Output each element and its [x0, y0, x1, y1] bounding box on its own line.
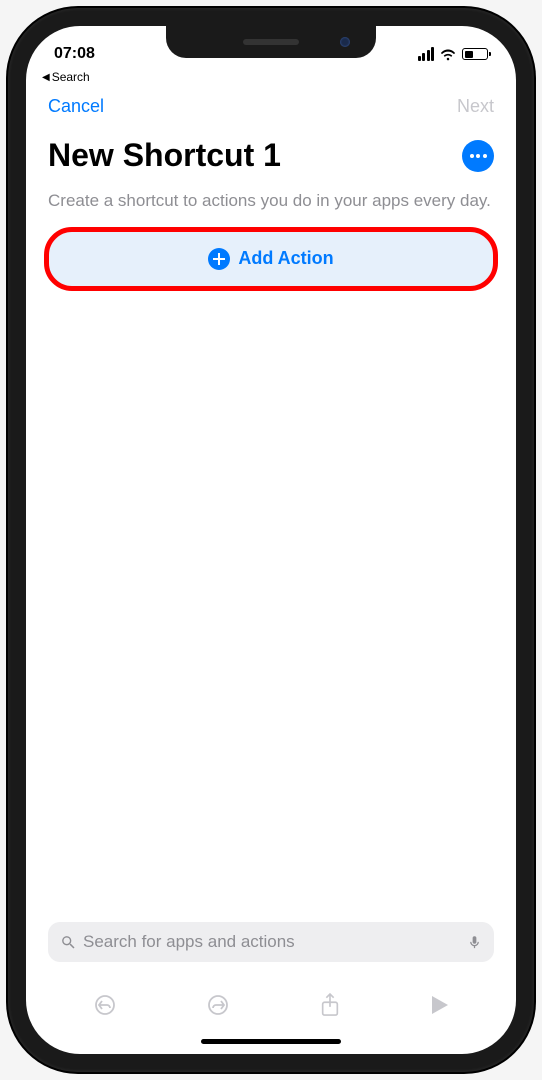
add-action-button[interactable]: Add Action: [48, 231, 494, 287]
title-row: New Shortcut 1: [26, 125, 516, 174]
play-button[interactable]: [422, 990, 458, 1023]
next-button: Next: [457, 96, 494, 117]
screen: 07:08 ◀ Search Cancel Next Ne: [26, 26, 516, 1054]
front-camera: [340, 37, 350, 47]
home-indicator[interactable]: [201, 1039, 341, 1044]
cancel-button[interactable]: Cancel: [48, 96, 104, 117]
add-action-label: Add Action: [238, 248, 333, 269]
share-icon: [319, 992, 341, 1018]
status-time: 07:08: [54, 45, 95, 62]
page-subtitle: Create a shortcut to actions you do in y…: [26, 174, 516, 231]
bottom-toolbar: [26, 970, 516, 1033]
more-options-button[interactable]: [462, 140, 494, 172]
play-icon: [430, 994, 450, 1016]
redo-icon: [206, 993, 230, 1017]
page-title: New Shortcut 1: [48, 137, 281, 174]
notch: [166, 26, 376, 58]
redo-button[interactable]: [198, 989, 238, 1024]
device-frame: 07:08 ◀ Search Cancel Next Ne: [8, 8, 534, 1072]
breadcrumb-label: Search: [52, 70, 90, 84]
undo-button[interactable]: [85, 989, 125, 1024]
breadcrumb[interactable]: ◀ Search: [26, 70, 516, 84]
chevron-left-icon: ◀: [42, 72, 50, 83]
search-icon: [60, 934, 77, 951]
search-input[interactable]: [83, 932, 461, 952]
share-button[interactable]: [311, 988, 349, 1025]
cellular-signal-icon: [418, 47, 435, 61]
battery-icon: [462, 48, 488, 60]
search-bar[interactable]: [48, 922, 494, 962]
undo-icon: [93, 993, 117, 1017]
content-area: [26, 287, 516, 922]
microphone-icon[interactable]: [467, 933, 482, 952]
ellipsis-icon: [470, 154, 487, 158]
wifi-icon: [439, 47, 457, 61]
plus-circle-icon: [208, 248, 230, 270]
nav-bar: Cancel Next: [26, 84, 516, 125]
